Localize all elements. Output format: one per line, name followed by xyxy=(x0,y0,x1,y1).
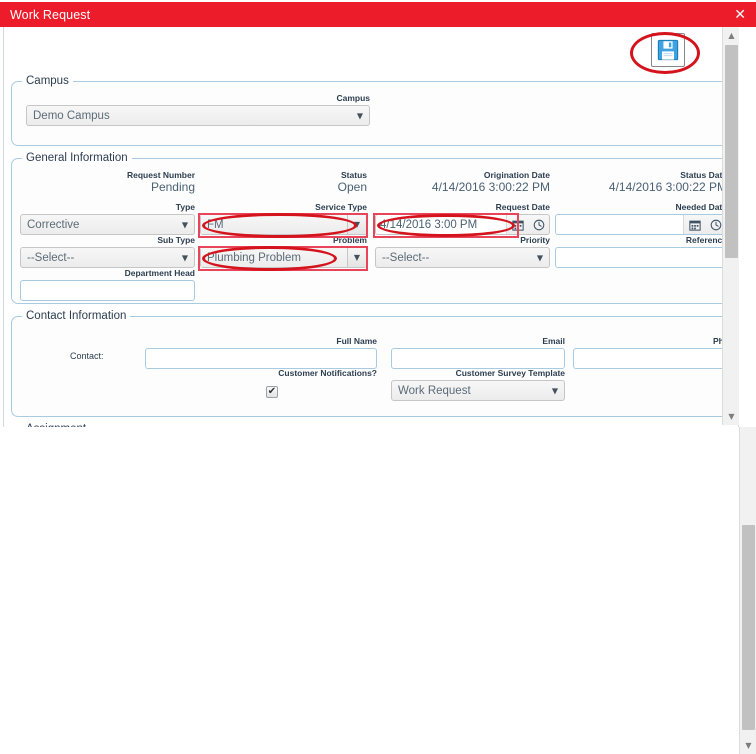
campus-label: Campus xyxy=(26,93,370,103)
clock-icon[interactable] xyxy=(528,215,549,234)
priority-select-value: --Select-- xyxy=(382,252,429,264)
chevron-down-icon: ▼ xyxy=(182,220,188,229)
priority-select[interactable]: --Select-- ▼ xyxy=(375,247,550,268)
scroll-up-button[interactable]: ▲ xyxy=(723,27,740,44)
customer-notifications-label: Customer Notifications? xyxy=(220,368,377,378)
request-number-label: Request Number xyxy=(20,170,195,180)
contact-label: Contact: xyxy=(70,350,104,362)
request-date-value: 4/14/2016 3:00 PM xyxy=(376,215,507,234)
request-number-value: Pending xyxy=(20,180,195,194)
sub-type-select-value: --Select-- xyxy=(27,252,74,264)
type-label: Type xyxy=(20,202,195,212)
form-scrollbar-thumb[interactable] xyxy=(725,45,738,258)
needed-date-label: Needed Date xyxy=(555,202,727,212)
section-contact-legend: Contact Information xyxy=(22,310,130,322)
section-campus: Campus Campus Demo Campus ▼ xyxy=(11,75,733,146)
phone-label: Phone xyxy=(573,336,739,346)
chevron-down-icon: ▼ xyxy=(552,386,558,395)
customer-survey-template-value: Work Request xyxy=(398,385,471,397)
sub-type-select[interactable]: --Select-- ▼ xyxy=(20,247,195,268)
service-type-select[interactable]: FM ▼ xyxy=(200,214,367,235)
form-scrollbar[interactable]: ▲ ▼ xyxy=(722,27,739,425)
type-select-value: Corrective xyxy=(27,219,79,231)
phone-input[interactable] xyxy=(573,348,739,369)
reference-input[interactable] xyxy=(555,247,727,268)
window-scrollbar[interactable]: ▼ xyxy=(739,427,756,754)
form-content: Campus Campus Demo Campus ▼ General Info… xyxy=(4,27,739,427)
campus-select-value: Demo Campus xyxy=(33,110,110,122)
campus-select[interactable]: Demo Campus ▼ xyxy=(26,105,370,126)
work-request-window: Work Request ✕ Campus xyxy=(0,0,756,754)
reference-label: Reference xyxy=(555,235,727,245)
window-scroll-down-button[interactable]: ▼ xyxy=(740,737,756,754)
status-date-value: 4/14/2016 3:00:22 PM xyxy=(555,180,727,194)
customer-survey-template-label: Customer Survey Template xyxy=(391,368,565,378)
chevron-down-icon: ▼ xyxy=(357,111,363,120)
section-general-legend: General Information xyxy=(22,152,132,164)
close-icon[interactable]: ✕ xyxy=(734,8,756,22)
email-input[interactable] xyxy=(391,348,565,369)
calendar-icon[interactable] xyxy=(507,215,528,234)
calendar-icon[interactable] xyxy=(684,215,705,234)
needed-date-field[interactable] xyxy=(555,214,727,235)
department-head-label: Department Head xyxy=(20,268,195,278)
type-select[interactable]: Corrective ▼ xyxy=(20,214,195,235)
origination-date-label: Origination Date xyxy=(375,170,550,180)
department-head-input[interactable] xyxy=(20,280,195,301)
needed-date-value xyxy=(556,215,684,234)
problem-select[interactable]: Plumbing Problem ▼ xyxy=(200,247,367,268)
status-label: Status xyxy=(200,170,367,180)
email-label: Email xyxy=(391,336,565,346)
section-assignment: Assignment Search space... Building -- S… xyxy=(11,423,733,427)
problem-select-value: Plumbing Problem xyxy=(200,247,347,268)
request-date-field[interactable]: 4/14/2016 3:00 PM xyxy=(375,214,550,235)
full-name-input[interactable] xyxy=(145,348,377,369)
origination-date-value: 4/14/2016 3:00:22 PM xyxy=(375,180,550,194)
chevron-down-icon: ▼ xyxy=(537,253,543,262)
section-assignment-legend: Assignment xyxy=(22,423,90,427)
chevron-down-icon[interactable]: ▼ xyxy=(347,247,367,268)
form-scroll-panel: Campus Campus Demo Campus ▼ General Info… xyxy=(3,27,739,427)
save-floppy-icon xyxy=(657,39,679,61)
status-value: Open xyxy=(200,180,367,194)
service-type-label: Service Type xyxy=(200,202,367,212)
window-titlebar: Work Request ✕ xyxy=(0,2,756,27)
service-type-select-value: FM xyxy=(200,214,347,235)
toolbar-row xyxy=(4,27,739,75)
customer-notifications-checkbox[interactable]: ✔ xyxy=(266,386,278,398)
full-name-label: Full Name xyxy=(145,336,377,346)
customer-survey-template-select[interactable]: Work Request ▼ xyxy=(391,380,565,401)
section-contact-information: Contact Information Contact: Full Name E… xyxy=(11,310,733,417)
save-button[interactable] xyxy=(651,33,685,67)
sub-type-label: Sub Type xyxy=(20,235,195,245)
status-date-label: Status Date xyxy=(555,170,727,180)
scroll-down-button[interactable]: ▼ xyxy=(723,408,740,425)
chevron-down-icon[interactable]: ▼ xyxy=(347,214,367,235)
request-date-label: Request Date xyxy=(375,202,550,212)
section-general-information: General Information Request Number Pendi… xyxy=(11,152,733,304)
window-title: Work Request xyxy=(0,8,90,22)
chevron-down-icon: ▼ xyxy=(182,253,188,262)
problem-label: Problem xyxy=(200,235,367,245)
section-campus-legend: Campus xyxy=(22,75,73,87)
priority-label: Priority xyxy=(375,235,550,245)
window-scrollbar-thumb[interactable] xyxy=(742,525,755,730)
